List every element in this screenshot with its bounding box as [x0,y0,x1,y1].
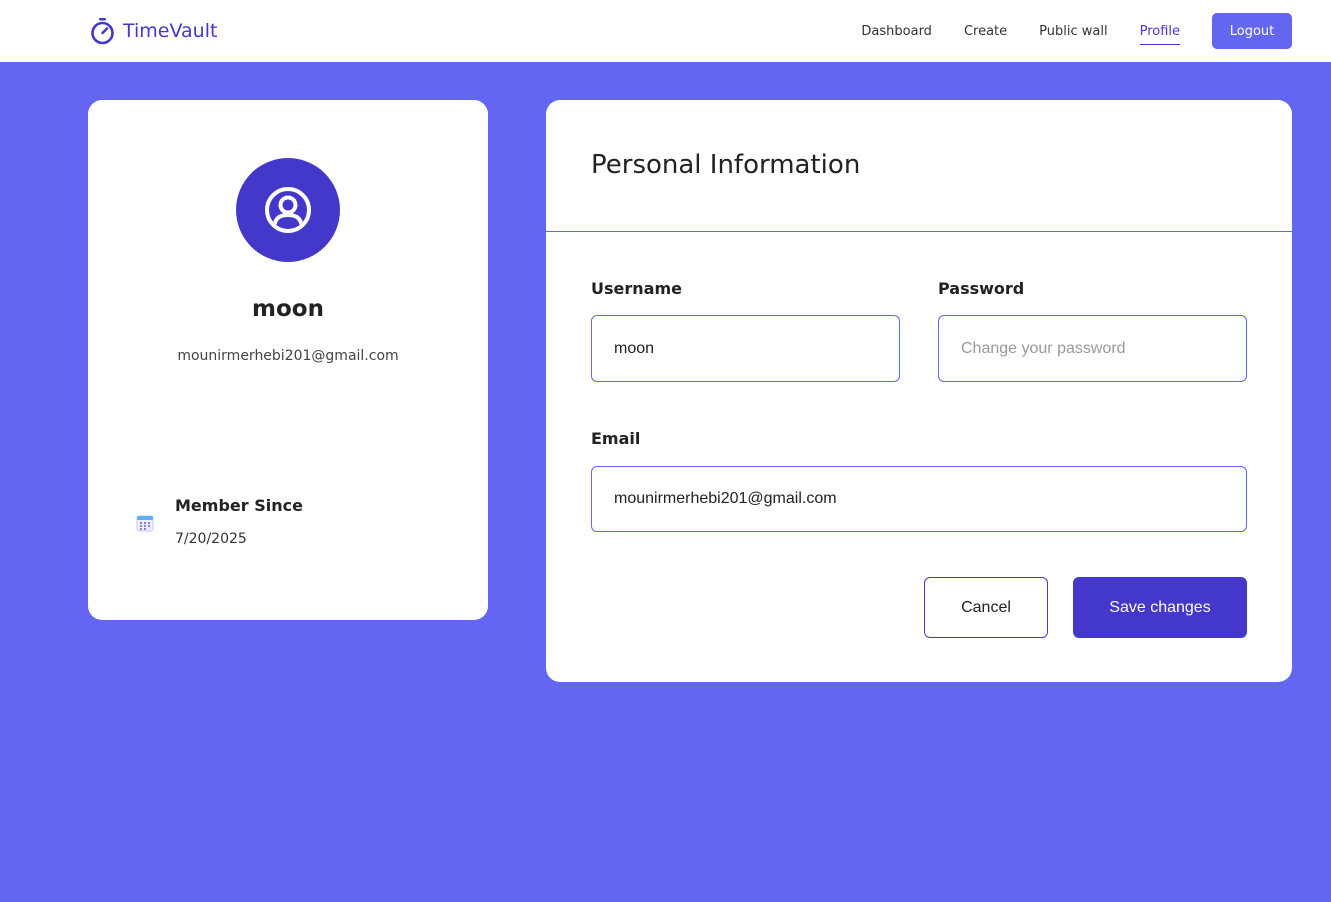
email-label: Email [591,429,641,448]
top-navbar: TimeVault Dashboard Create Public wall P… [0,0,1331,62]
user-circle-icon [265,187,311,233]
avatar[interactable] [236,158,340,262]
save-button[interactable]: Save changes [1073,577,1247,638]
password-label: Password [938,279,1025,298]
member-since-label: Member Since [175,496,303,515]
brand[interactable]: TimeVault [90,16,217,46]
profile-email: mounirmerhebi201@gmail.com [177,348,399,364]
section-title: Personal Information [591,150,861,180]
profile-name: moon [252,296,324,322]
username-field[interactable] [591,315,900,382]
password-field[interactable] [938,315,1247,382]
username-label: Username [591,279,682,298]
brand-name: TimeVault [123,20,218,42]
nav-profile[interactable]: Profile [1139,20,1181,45]
calendar-icon [136,515,154,532]
nav-dashboard[interactable]: Dashboard [861,20,932,43]
member-since-date: 7/20/2025 [175,531,247,547]
email-field[interactable] [591,466,1247,532]
nav-create[interactable]: Create [964,20,1007,43]
personal-info-card: Personal Information Username Password E… [546,100,1292,682]
logout-button[interactable]: Logout [1212,13,1292,49]
stopwatch-icon [91,18,114,45]
divider [546,231,1292,232]
cancel-button[interactable]: Cancel [924,577,1048,638]
member-since: Member Since 7/20/2025 [136,496,303,547]
main-nav: Dashboard Create Public wall Profile [829,0,1181,62]
profile-card: moon mounirmerhebi201@gmail.com Member S… [88,100,488,620]
nav-public-wall[interactable]: Public wall [1039,20,1107,43]
